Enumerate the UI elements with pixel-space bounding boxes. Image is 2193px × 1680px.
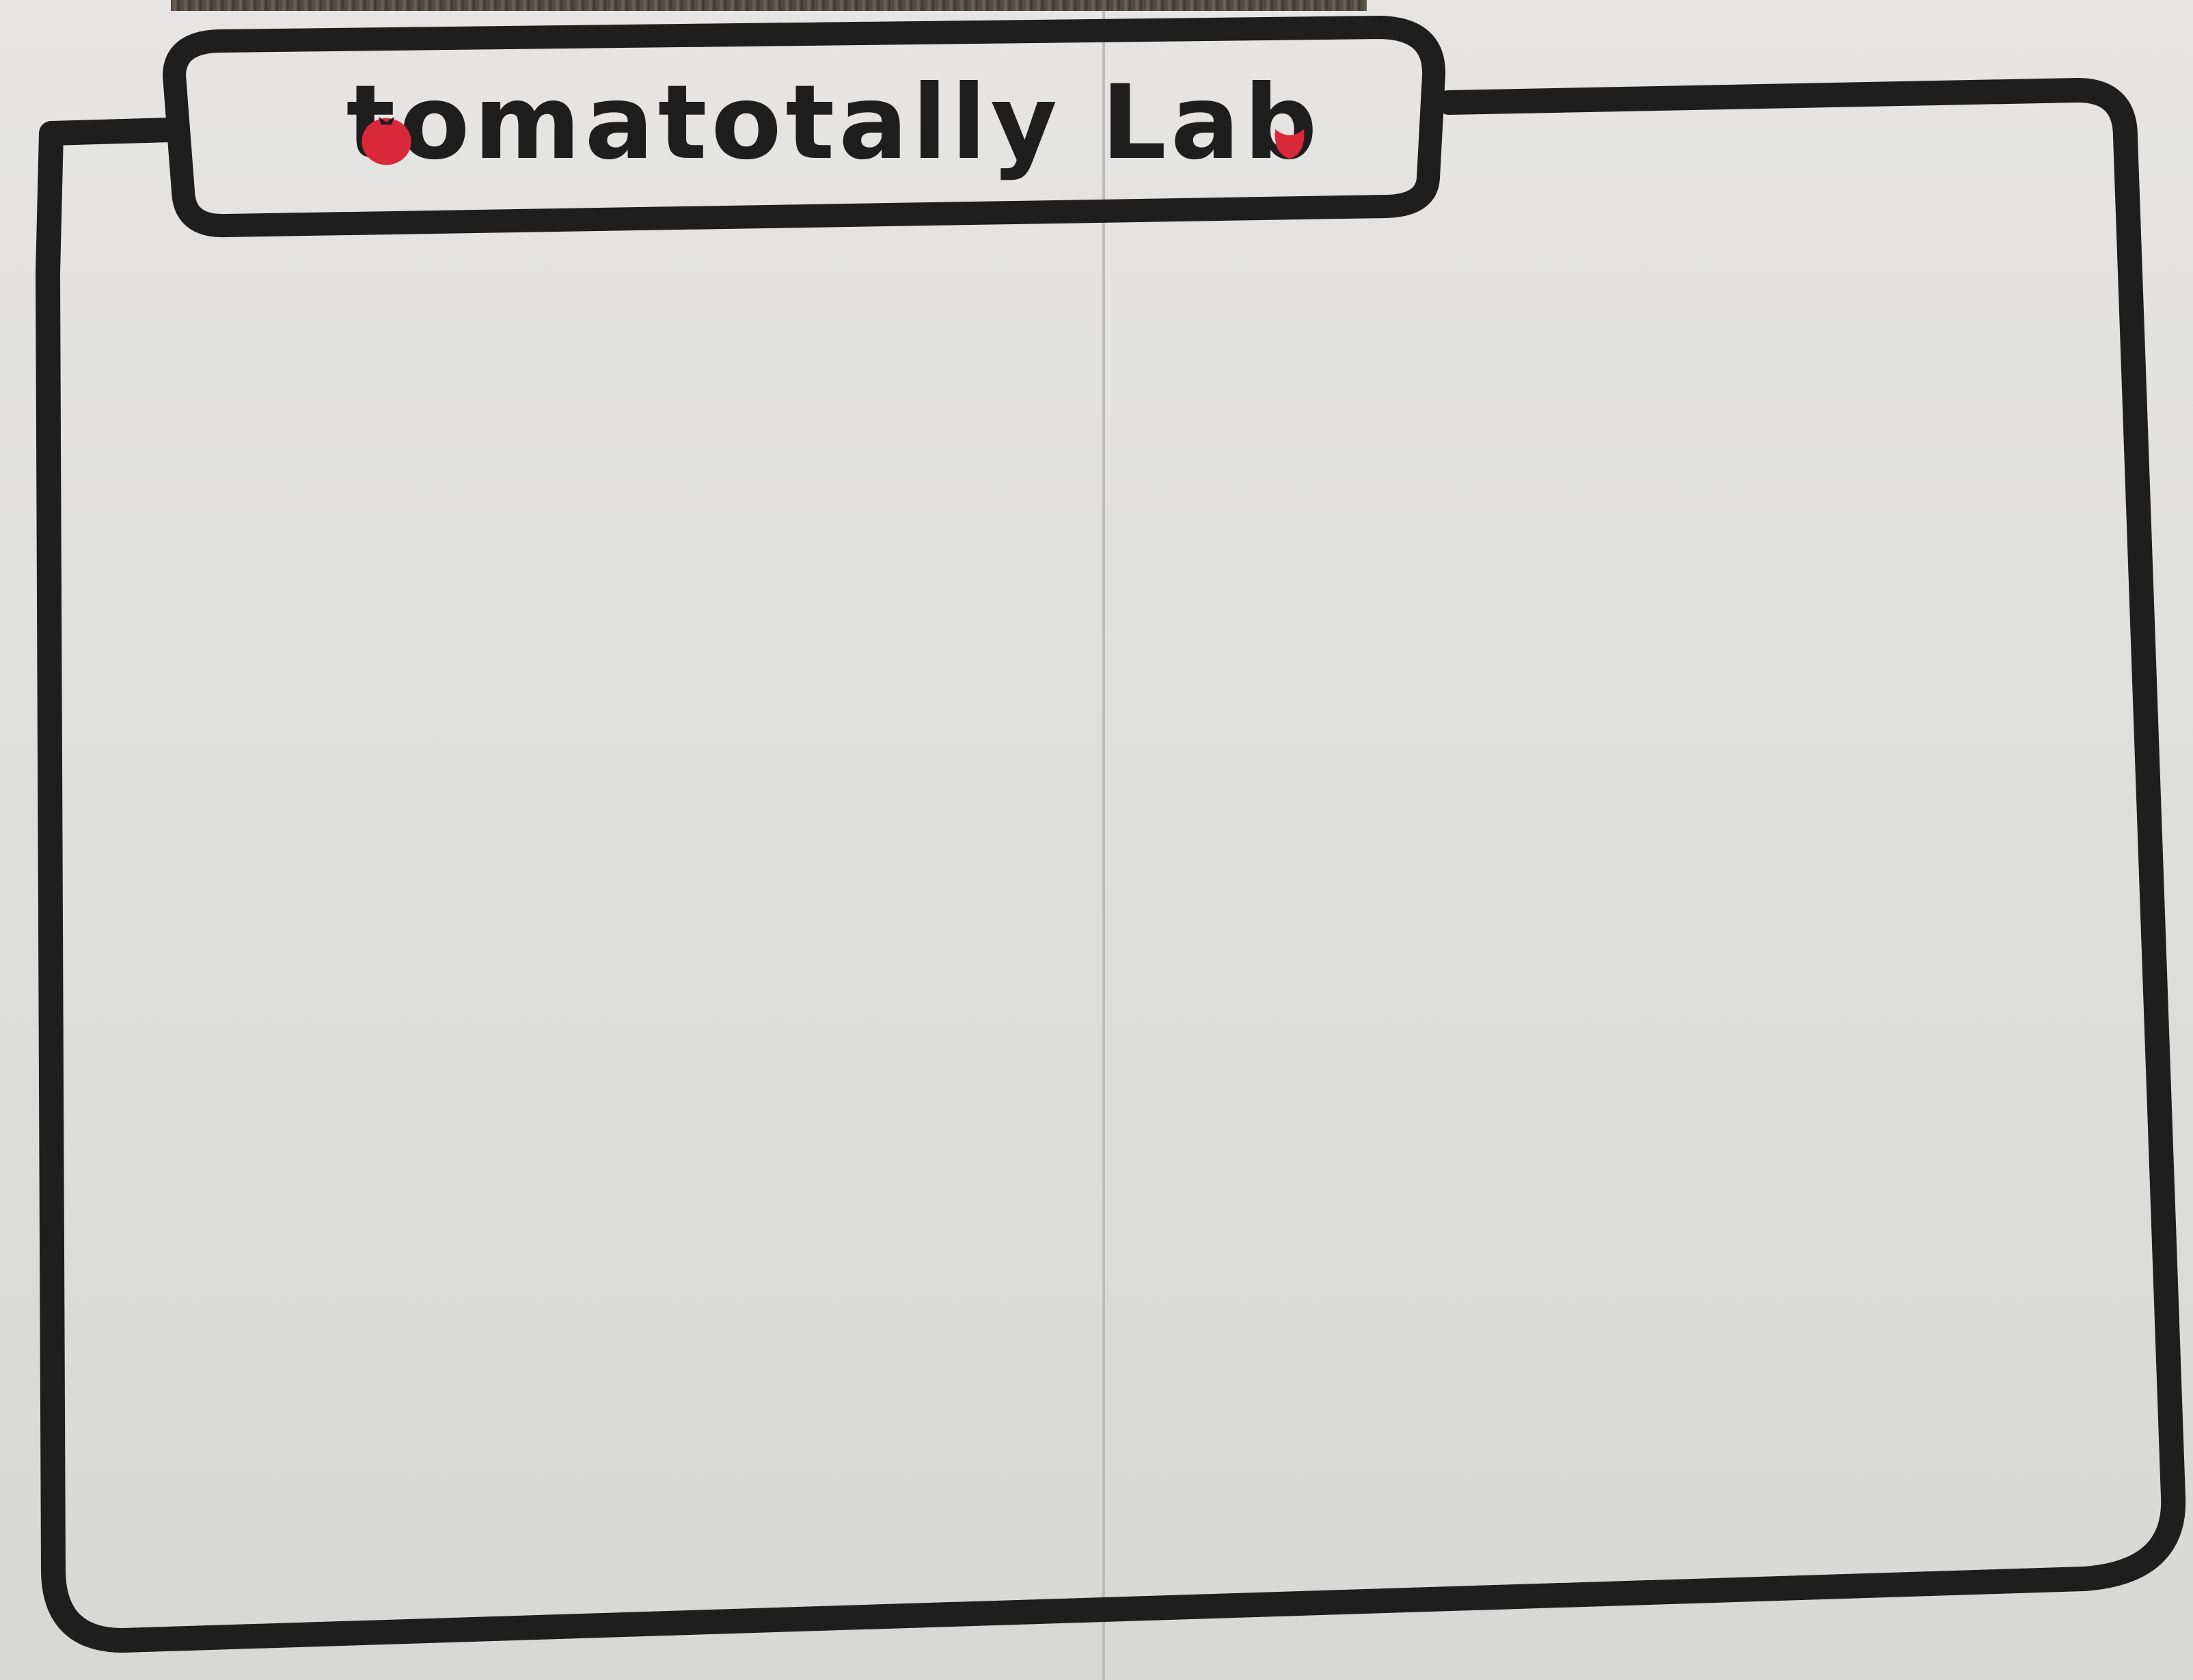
tomato-icon — [1275, 129, 1305, 159]
main-window-border — [36, 78, 2186, 1653]
tomato-icon — [362, 117, 411, 165]
paper-sheet: tomatotally Lab — [0, 0, 2193, 1680]
window-frame — [36, 16, 2186, 1653]
